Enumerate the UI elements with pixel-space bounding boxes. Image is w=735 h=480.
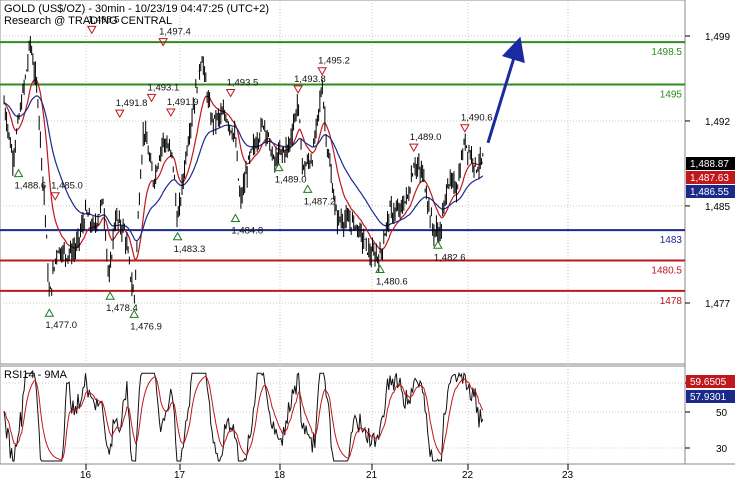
high-label: 1,495.2 bbox=[318, 56, 350, 67]
up-triangle-icon bbox=[13, 168, 24, 178]
low-label: 1,476.9 bbox=[130, 321, 162, 332]
up-triangle-icon bbox=[44, 308, 55, 317]
level-label: 1478 bbox=[660, 296, 683, 307]
high-low-markers: 1,498.51,497.41,491.81,493.11,491.91,485… bbox=[13, 14, 493, 332]
high-label: 1,493.8 bbox=[294, 74, 326, 85]
x-tick-label: 22 bbox=[462, 470, 474, 480]
down-triangle-icon bbox=[459, 124, 470, 133]
grid bbox=[0, 0, 685, 464]
low-label: 1,482.6 bbox=[434, 252, 466, 263]
y-tick-label: 1,492 bbox=[705, 117, 730, 128]
down-triangle-icon bbox=[165, 108, 176, 117]
x-tick-label: 16 bbox=[80, 470, 92, 480]
level-label: 1495 bbox=[660, 90, 683, 101]
high-label: 1,485.0 bbox=[51, 181, 83, 192]
x-tick-label: 23 bbox=[562, 470, 574, 480]
rsi-title: RSI14 - 9MA bbox=[4, 369, 68, 381]
high-label: 1,491.9 bbox=[167, 97, 199, 108]
price-bars bbox=[3, 35, 484, 304]
ma-slow-label: 1,486.55 bbox=[690, 187, 729, 198]
high-label: 1,489.0 bbox=[410, 132, 442, 143]
rsi-tick-label: 30 bbox=[716, 444, 728, 455]
price-panel-frame bbox=[0, 0, 686, 365]
down-triangle-icon bbox=[114, 109, 125, 119]
up-triangle-icon bbox=[302, 184, 313, 193]
up-triangle-icon bbox=[375, 264, 385, 274]
up-triangle-icon bbox=[172, 231, 183, 241]
up-triangle-icon bbox=[230, 213, 241, 223]
level-label: 1498.5 bbox=[651, 47, 682, 58]
down-triangle-icon bbox=[225, 89, 236, 98]
last-price-label: 1,488.87 bbox=[690, 159, 729, 170]
low-label: 1,487.2 bbox=[304, 196, 336, 207]
high-label: 1,491.8 bbox=[116, 98, 148, 109]
chart-title: GOLD (US$/OZ) - 30min - 10/23/19 04:47:2… bbox=[4, 3, 269, 15]
down-triangle-icon bbox=[293, 85, 303, 94]
y-tick-label: 1,477 bbox=[705, 299, 730, 310]
y-tick-label: 1,499 bbox=[705, 32, 730, 43]
y-tick-label: 1,485 bbox=[705, 202, 730, 213]
level-lines: 1498.5 1495 1483 1480.5 1478 bbox=[0, 41, 685, 307]
low-label: 1,480.6 bbox=[376, 277, 408, 288]
down-triangle-icon bbox=[50, 192, 61, 201]
high-label: 1,493.5 bbox=[227, 78, 259, 89]
level-label: 1480.5 bbox=[651, 266, 682, 277]
high-label: 1,493.1 bbox=[148, 82, 180, 93]
up-triangle-icon bbox=[105, 291, 115, 300]
ma-fast-label: 1,487.63 bbox=[690, 173, 729, 184]
rsi-value-label: 57.9301 bbox=[690, 392, 727, 403]
rsi-ma-label: 59.6505 bbox=[690, 377, 727, 388]
low-label: 1,489.0 bbox=[275, 175, 307, 186]
gold-chart: 1498.5149514831480.51478 1,498.51,497.41… bbox=[0, 0, 735, 480]
low-label: 1,483.3 bbox=[174, 244, 206, 255]
x-tick-label: 17 bbox=[174, 470, 186, 480]
high-label: 1,497.4 bbox=[159, 27, 191, 38]
down-triangle-icon bbox=[146, 93, 157, 103]
down-triangle-icon bbox=[408, 143, 419, 153]
high-label: 1,490.6 bbox=[461, 113, 493, 124]
rsi-tick-label: 50 bbox=[716, 408, 728, 419]
level-label: 1483 bbox=[660, 235, 683, 246]
down-triangle-icon bbox=[86, 25, 97, 35]
low-label: 1,488.6 bbox=[15, 181, 47, 192]
x-tick-label: 18 bbox=[274, 470, 286, 480]
low-label: 1,484.8 bbox=[231, 226, 263, 237]
low-label: 1,477.0 bbox=[45, 320, 77, 331]
chart-subtitle: Research @ TRADING CENTRAL bbox=[4, 15, 172, 27]
projection-arrow-icon bbox=[486, 36, 525, 144]
x-tick-label: 21 bbox=[366, 470, 378, 480]
